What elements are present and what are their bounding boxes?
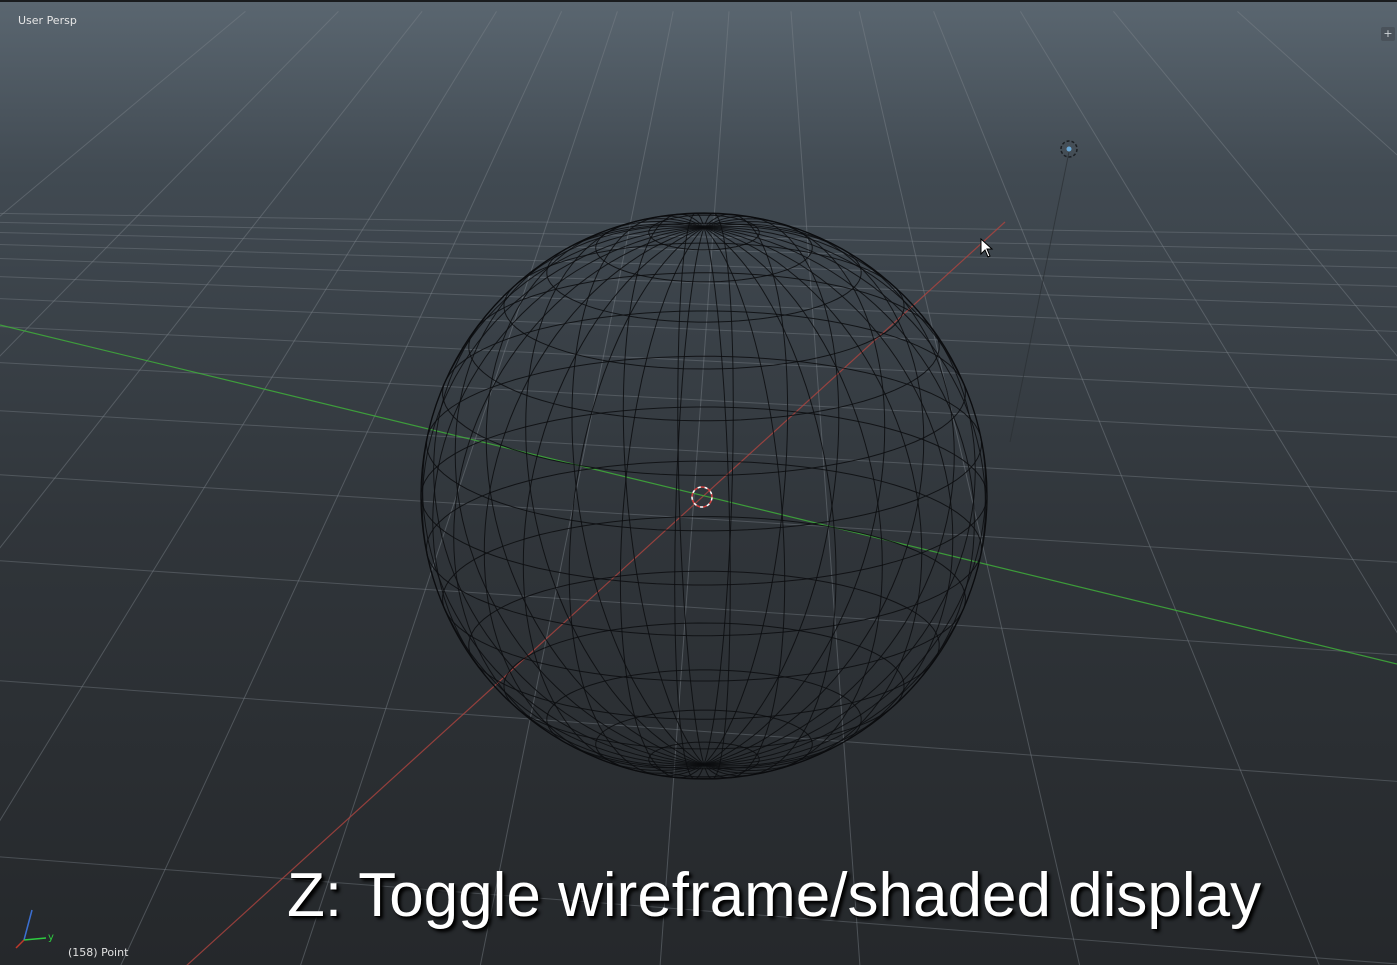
axis-gizmo: y [15, 909, 54, 949]
sphere-edge [503, 622, 905, 750]
3d-viewport[interactable]: User Persp + y (158) Point Z: Toggle wir… [0, 0, 1397, 965]
sphere-edge [622, 213, 705, 765]
grid-line [0, 326, 1397, 396]
status-text: (158) Point [68, 946, 129, 959]
sphere-edge [703, 227, 786, 779]
grid-line [0, 10, 339, 357]
sphere-edge [703, 215, 840, 766]
sphere-edge [648, 214, 760, 251]
grid-line [858, 11, 1081, 965]
grid-line [0, 474, 1397, 563]
grid-line [933, 11, 1320, 965]
lamp-icon[interactable] [1009, 140, 1078, 443]
grid-line [1113, 11, 1397, 357]
sphere-edge [703, 226, 837, 777]
y-axis-line [0, 324, 1397, 665]
mouse-pointer-icon [980, 238, 994, 258]
grid-line [0, 276, 1397, 333]
grid-line [300, 11, 618, 965]
gizmo-z-axis [23, 909, 33, 941]
sphere-edge [503, 242, 905, 370]
grid-line [120, 11, 563, 965]
sphere-edge [571, 215, 705, 766]
gizmo-x-axis [15, 939, 25, 949]
viewport-scene[interactable] [0, 2, 1397, 965]
view-label: User Persp [18, 14, 77, 27]
plus-icon[interactable]: + [1381, 27, 1395, 41]
caption-overlay: Z: Toggle wireframe/shaded display [287, 861, 1262, 930]
grid-line [0, 298, 1397, 361]
grid-line [0, 560, 1397, 656]
grid-line [0, 258, 1397, 308]
sphere-edge [425, 355, 983, 532]
gizmo-y-axis [23, 937, 47, 941]
grid-line [790, 11, 861, 965]
gizmo-y-label: y [48, 932, 54, 943]
sphere-edge [568, 226, 705, 777]
sphere-edge [468, 272, 940, 422]
